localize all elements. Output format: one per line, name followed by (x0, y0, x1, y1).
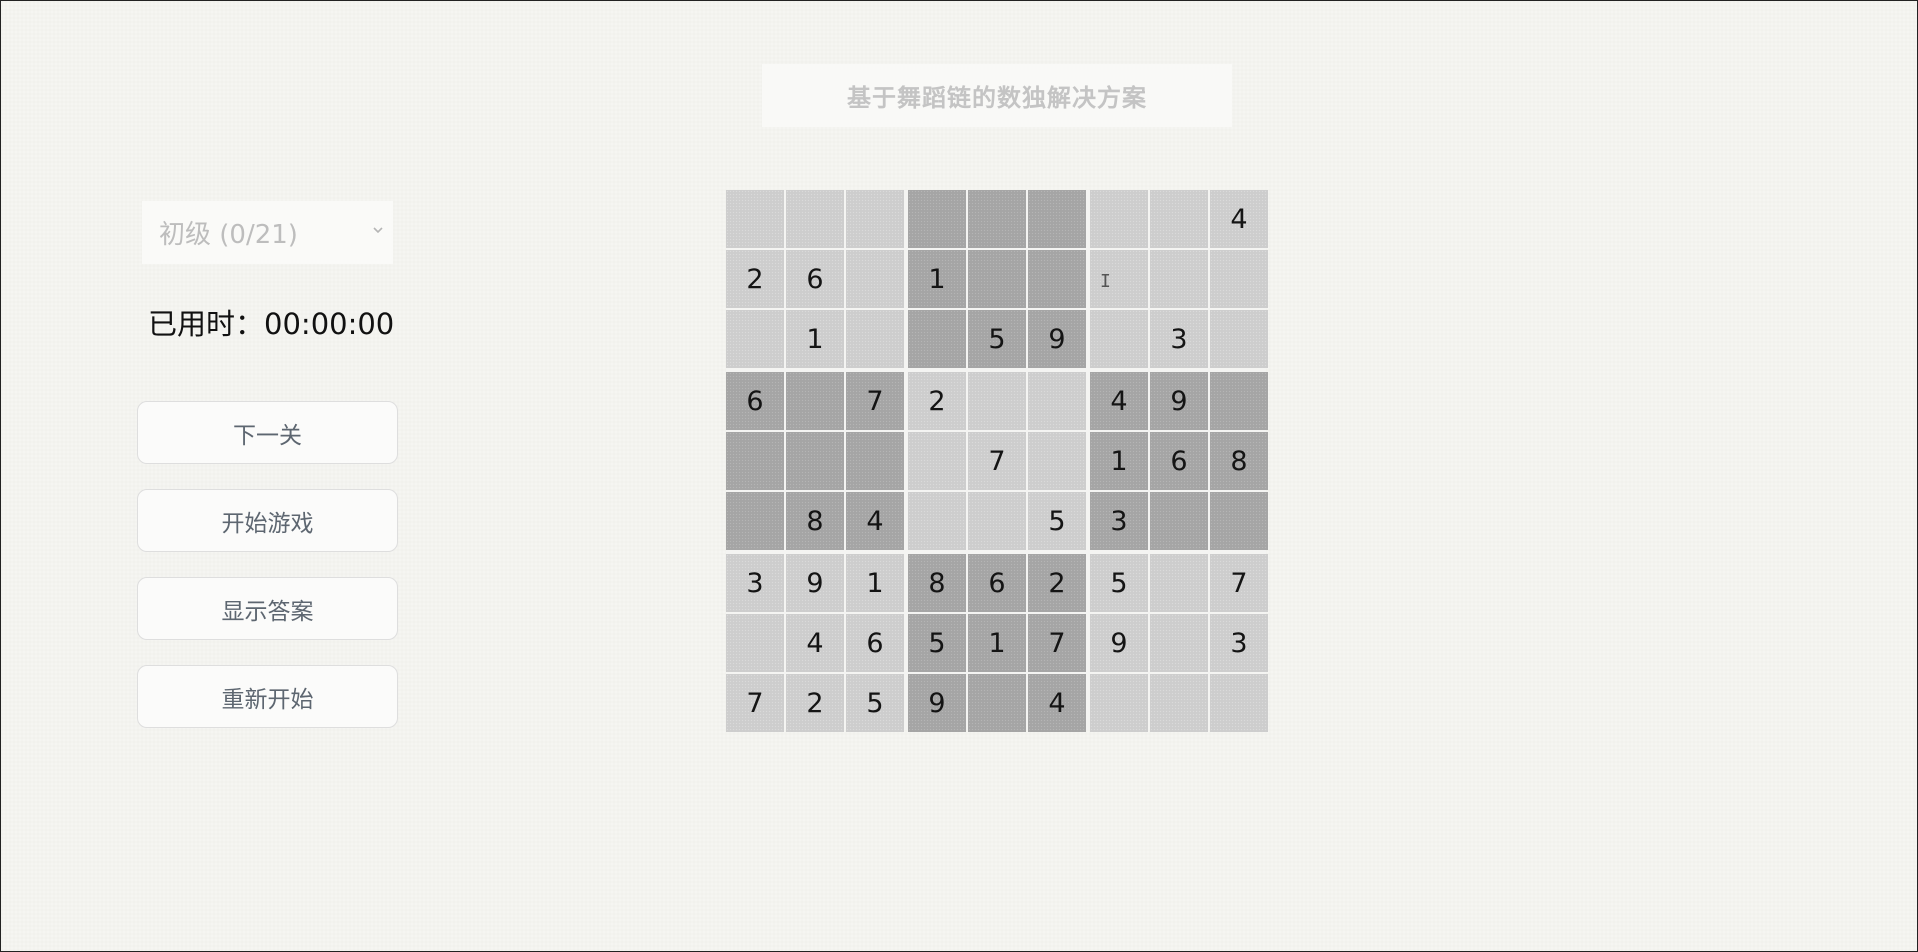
start-game-button[interactable]: 开始游戏 (137, 489, 398, 552)
sudoku-cell-r4-c7[interactable]: 4 (1090, 372, 1148, 430)
sudoku-cell-r7-c1[interactable]: 3 (726, 554, 784, 612)
sudoku-cell-r9-c8[interactable] (1150, 674, 1208, 732)
sudoku-cell-r1-c1[interactable] (726, 190, 784, 248)
sudoku-cell-r2-c1[interactable]: 2 (726, 250, 784, 308)
sudoku-cell-r8-c8[interactable] (1150, 614, 1208, 672)
level-select-value: 初级 (0/21) (159, 220, 298, 250)
sudoku-cell-r2-c4[interactable]: 1 (908, 250, 966, 308)
sudoku-board: 4261159367249716884533918625746517937259… (726, 190, 1268, 732)
sudoku-cell-r5-c9[interactable]: 8 (1210, 432, 1268, 490)
sudoku-cell-r8-c4[interactable]: 5 (908, 614, 966, 672)
sudoku-cell-r5-c3[interactable] (846, 432, 904, 490)
sudoku-cell-r3-c8[interactable]: 3 (1150, 310, 1208, 368)
sudoku-cell-r8-c5[interactable]: 1 (968, 614, 1026, 672)
sudoku-cell-r3-c7[interactable] (1090, 310, 1148, 368)
sudoku-cell-r6-c7[interactable]: 3 (1090, 492, 1148, 550)
sudoku-cell-r9-c3[interactable]: 5 (846, 674, 904, 732)
sudoku-cell-r3-c4[interactable] (908, 310, 966, 368)
sudoku-cell-r1-c3[interactable] (846, 190, 904, 248)
sudoku-cell-r4-c1[interactable]: 6 (726, 372, 784, 430)
restart-button[interactable]: 重新开始 (137, 665, 398, 728)
sudoku-cell-r7-c4[interactable]: 8 (908, 554, 966, 612)
sudoku-cell-r1-c8[interactable] (1150, 190, 1208, 248)
chevron-down-icon (373, 227, 383, 234)
sudoku-cell-r9-c4[interactable]: 9 (908, 674, 966, 732)
elapsed-timer: 已用时：00:00:00 (148, 301, 394, 343)
sudoku-cell-r2-c6[interactable] (1028, 250, 1086, 308)
sudoku-cell-r2-c5[interactable] (968, 250, 1026, 308)
sudoku-cell-r7-c8[interactable] (1150, 554, 1208, 612)
sudoku-cell-r5-c1[interactable] (726, 432, 784, 490)
sudoku-cell-r1-c6[interactable] (1028, 190, 1086, 248)
sudoku-cell-r8-c7[interactable]: 9 (1090, 614, 1148, 672)
sudoku-cell-r8-c2[interactable]: 4 (786, 614, 844, 672)
sudoku-cell-r9-c5[interactable] (968, 674, 1026, 732)
sudoku-cell-r9-c9[interactable] (1210, 674, 1268, 732)
sudoku-cell-r5-c4[interactable] (908, 432, 966, 490)
sudoku-cell-r5-c5[interactable]: 7 (968, 432, 1026, 490)
sudoku-cell-r6-c4[interactable] (908, 492, 966, 550)
sudoku-cell-r3-c1[interactable] (726, 310, 784, 368)
sudoku-cell-r6-c9[interactable] (1210, 492, 1268, 550)
sudoku-cell-r9-c2[interactable]: 2 (786, 674, 844, 732)
sudoku-cell-r7-c9[interactable]: 7 (1210, 554, 1268, 612)
sudoku-cell-r7-c5[interactable]: 6 (968, 554, 1026, 612)
sudoku-cell-r1-c2[interactable] (786, 190, 844, 248)
sudoku-cell-r6-c5[interactable] (968, 492, 1026, 550)
sudoku-cell-r6-c2[interactable]: 8 (786, 492, 844, 550)
sudoku-cell-r4-c2[interactable] (786, 372, 844, 430)
timer-label: 已用时： (148, 307, 265, 341)
sudoku-cell-r6-c1[interactable] (726, 492, 784, 550)
sudoku-cell-r4-c8[interactable]: 9 (1150, 372, 1208, 430)
sudoku-cell-r7-c2[interactable]: 9 (786, 554, 844, 612)
sudoku-cell-r4-c5[interactable] (968, 372, 1026, 430)
sudoku-cell-r9-c6[interactable]: 4 (1028, 674, 1086, 732)
sudoku-cell-r5-c2[interactable] (786, 432, 844, 490)
timer-value: 00:00:00 (264, 307, 395, 341)
sudoku-cell-r8-c9[interactable]: 3 (1210, 614, 1268, 672)
sudoku-cell-r5-c8[interactable]: 6 (1150, 432, 1208, 490)
sudoku-cell-r5-c7[interactable]: 1 (1090, 432, 1148, 490)
sudoku-cell-r3-c3[interactable] (846, 310, 904, 368)
sudoku-cell-r8-c3[interactable]: 6 (846, 614, 904, 672)
sudoku-cell-r1-c9[interactable]: 4 (1210, 190, 1268, 248)
sudoku-cell-r2-c8[interactable] (1150, 250, 1208, 308)
sudoku-cell-r2-c9[interactable] (1210, 250, 1268, 308)
sudoku-cell-r7-c7[interactable]: 5 (1090, 554, 1148, 612)
sudoku-cell-r2-c7[interactable] (1090, 250, 1148, 308)
next-level-button[interactable]: 下一关 (137, 401, 398, 464)
sudoku-cell-r1-c4[interactable] (908, 190, 966, 248)
sudoku-cell-r4-c4[interactable]: 2 (908, 372, 966, 430)
sudoku-cell-r6-c6[interactable]: 5 (1028, 492, 1086, 550)
level-select[interactable]: 初级 (0/21) (142, 201, 393, 264)
sudoku-cell-r1-c7[interactable] (1090, 190, 1148, 248)
sudoku-cell-r4-c9[interactable] (1210, 372, 1268, 430)
sudoku-cell-r9-c1[interactable]: 7 (726, 674, 784, 732)
sudoku-cell-r7-c6[interactable]: 2 (1028, 554, 1086, 612)
title-banner: 基于舞蹈链的数独解决方案 (762, 64, 1232, 127)
sudoku-cell-r4-c6[interactable] (1028, 372, 1086, 430)
sudoku-cell-r2-c2[interactable]: 6 (786, 250, 844, 308)
sudoku-cell-r8-c1[interactable] (726, 614, 784, 672)
sudoku-cell-r3-c2[interactable]: 1 (786, 310, 844, 368)
sudoku-cell-r8-c6[interactable]: 7 (1028, 614, 1086, 672)
sudoku-cell-r1-c5[interactable] (968, 190, 1026, 248)
sudoku-cell-r3-c5[interactable]: 5 (968, 310, 1026, 368)
show-answer-button[interactable]: 显示答案 (137, 577, 398, 640)
sudoku-cell-r4-c3[interactable]: 7 (846, 372, 904, 430)
sudoku-cell-r6-c3[interactable]: 4 (846, 492, 904, 550)
sudoku-cell-r3-c6[interactable]: 9 (1028, 310, 1086, 368)
sudoku-cell-r6-c8[interactable] (1150, 492, 1208, 550)
sudoku-cell-r2-c3[interactable] (846, 250, 904, 308)
sudoku-cell-r5-c6[interactable] (1028, 432, 1086, 490)
sudoku-cell-r3-c9[interactable] (1210, 310, 1268, 368)
sudoku-cell-r7-c3[interactable]: 1 (846, 554, 904, 612)
page-title: 基于舞蹈链的数独解决方案 (847, 84, 1147, 112)
sudoku-cell-r9-c7[interactable] (1090, 674, 1148, 732)
